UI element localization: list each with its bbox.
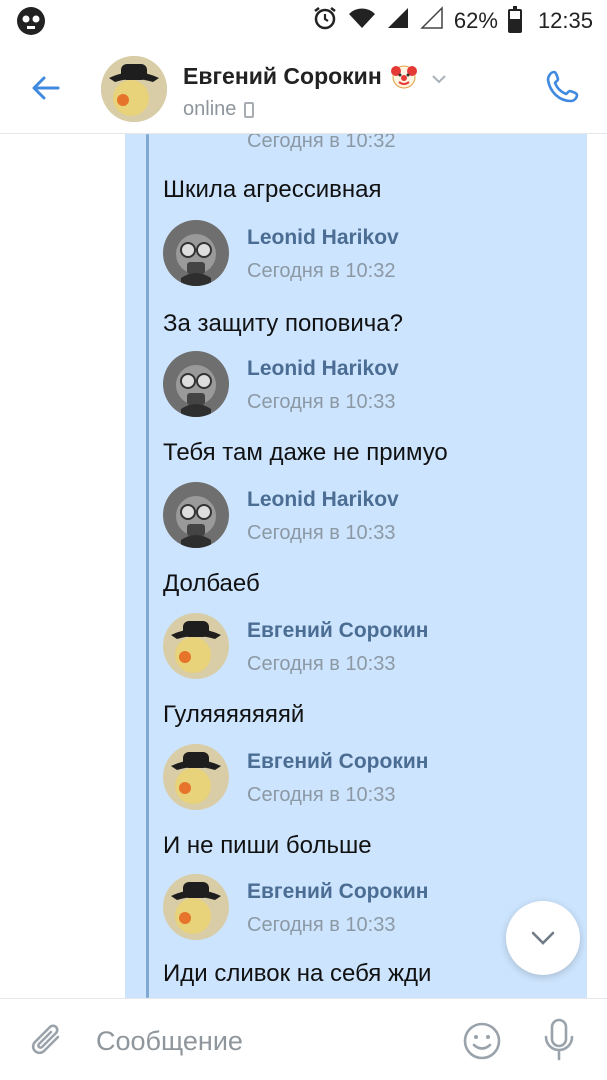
- contact-name[interactable]: Евгений Сорокин: [183, 62, 448, 90]
- message-text: Тебя там даже не примуо: [163, 439, 448, 466]
- avatar[interactable]: [163, 220, 229, 286]
- message-text: И не пиши больше: [163, 832, 372, 859]
- chat-header: Евгений Сорокин online: [0, 42, 607, 134]
- microphone-icon[interactable]: [542, 1017, 576, 1063]
- wifi-icon: [348, 6, 376, 36]
- message-time: Сегодня в 10:32: [247, 260, 396, 282]
- battery-icon: [507, 6, 522, 33]
- clock: 12:35: [537, 8, 593, 33]
- message-author[interactable]: Евгений Сорокин: [247, 880, 428, 904]
- avatar[interactable]: [163, 351, 229, 417]
- chat-area[interactable]: Сегодня в 10:32 Шкила агрессивная Leonid…: [0, 134, 607, 998]
- avatar[interactable]: [163, 874, 229, 940]
- message-author[interactable]: Leonid Harikov: [247, 357, 399, 381]
- scroll-down-button[interactable]: [506, 901, 580, 975]
- chevron-down-icon[interactable]: [430, 67, 448, 85]
- emoji-icon[interactable]: [462, 1021, 502, 1061]
- mobile-icon: [244, 101, 255, 118]
- message-time: Сегодня в 10:33: [247, 391, 396, 413]
- signal-empty-icon: [420, 6, 444, 36]
- back-arrow-icon[interactable]: [28, 70, 64, 106]
- status-bar: 62% 12:35: [0, 0, 607, 42]
- message-author[interactable]: Leonid Harikov: [247, 488, 399, 512]
- quote-bar: [146, 134, 149, 998]
- status-text: online: [183, 98, 237, 120]
- message-author[interactable]: Евгений Сорокин: [247, 619, 428, 643]
- signal-icon: [386, 6, 410, 36]
- contact-status: online: [183, 98, 255, 121]
- message-time: Сегодня в 10:33: [247, 784, 396, 806]
- avatar[interactable]: [101, 56, 167, 122]
- paperclip-icon[interactable]: [28, 1019, 68, 1063]
- message-text: Иди сливок на себя жди: [163, 960, 432, 987]
- chevron-down-icon: [531, 931, 555, 945]
- message-time: Сегодня в 10:32: [247, 134, 396, 152]
- avatar[interactable]: [163, 482, 229, 548]
- message-input[interactable]: Сообщение: [96, 1021, 436, 1061]
- avatar[interactable]: [163, 744, 229, 810]
- message-text: Долбаеб: [163, 570, 260, 597]
- battery-percent: 62%: [453, 8, 498, 33]
- message-text: За защиту поповича?: [163, 310, 403, 337]
- message-time: Сегодня в 10:33: [247, 914, 396, 936]
- message-time: Сегодня в 10:33: [247, 653, 396, 675]
- message-author[interactable]: Leonid Harikov: [247, 226, 399, 250]
- message-time: Сегодня в 10:33: [247, 522, 396, 544]
- message-composer: Сообщение: [0, 998, 607, 1080]
- avatar[interactable]: [163, 613, 229, 679]
- message-text: Шкила агрессивная: [163, 176, 382, 203]
- alarm-icon: [312, 5, 338, 37]
- message-author[interactable]: Евгений Сорокин: [247, 750, 428, 774]
- phone-icon[interactable]: [543, 68, 583, 108]
- clown-icon: [390, 62, 418, 90]
- message-text: Гуляяяяяяяй: [163, 701, 305, 728]
- skull-icon: [16, 6, 46, 41]
- contact-name-text: Евгений Сорокин: [183, 62, 382, 89]
